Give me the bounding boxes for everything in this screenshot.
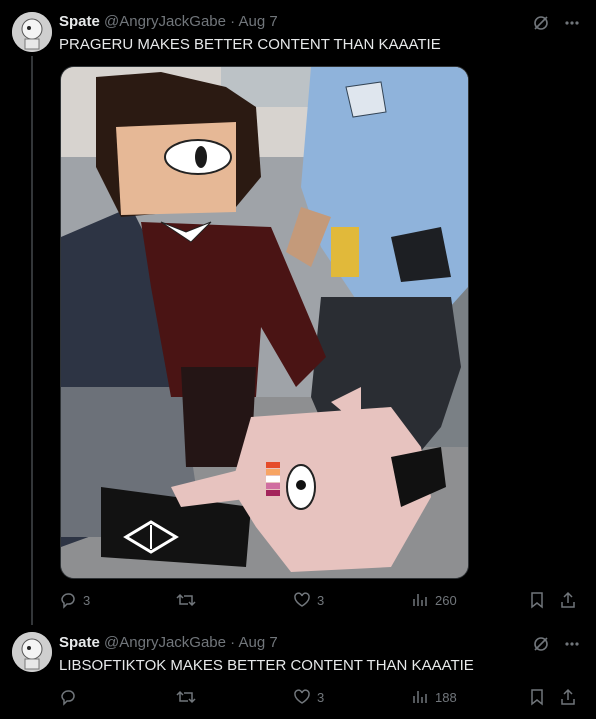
thread-line [31, 56, 33, 625]
tweet-text: PRAGERU MAKES BETTER CONTENT THAN KAAATI… [59, 36, 441, 53]
handle[interactable]: @AngryJackGabe [104, 634, 226, 651]
tweet-text: LIBSOFTIKTOK MAKES BETTER CONTENT THAN K… [59, 657, 474, 674]
handle[interactable]: @AngryJackGabe [104, 13, 226, 30]
like-icon [294, 592, 310, 607]
like-button[interactable]: 3 [293, 688, 324, 706]
avatar[interactable] [12, 12, 52, 52]
like-button[interactable]: 3 [293, 591, 324, 609]
share-icon [561, 688, 575, 705]
share-button[interactable] [559, 591, 577, 609]
retweet-icon [176, 690, 196, 704]
retweet-button[interactable] [176, 688, 202, 706]
reply-button[interactable] [59, 688, 83, 706]
view-count: 260 [435, 592, 457, 608]
tweet-top-icons [532, 14, 580, 32]
views-icon [413, 691, 427, 703]
like-count: 3 [317, 689, 325, 705]
timestamp[interactable]: Aug 7 [239, 13, 278, 30]
reply-icon [61, 593, 75, 609]
tweet-header: Spate @AngryJackGabe · Aug 7 [59, 634, 278, 651]
display-name[interactable]: Spate [59, 634, 100, 651]
tweet-actions: 3 3 260 [59, 591, 580, 611]
view-count: 188 [435, 689, 457, 705]
tweet-header: Spate @AngryJackGabe · Aug 7 [59, 13, 278, 30]
share-icon [561, 591, 575, 608]
views-button[interactable]: 260 [411, 591, 457, 609]
tweet-media-image[interactable] [60, 66, 469, 579]
bookmark-icon [531, 689, 543, 706]
tweet-1[interactable]: Spate @AngryJackGabe · Aug 7 PRAGERU MAK… [0, 0, 596, 625]
tweet-2[interactable]: Spate @AngryJackGabe · Aug 7 LIBSOFTIKTO… [0, 625, 596, 719]
like-count: 3 [317, 592, 325, 608]
grok-icon[interactable] [532, 14, 550, 32]
retweet-button[interactable] [176, 591, 202, 609]
views-icon [413, 594, 427, 606]
like-icon [294, 689, 310, 704]
reply-count: 3 [83, 592, 91, 608]
more-icon[interactable] [564, 635, 580, 653]
bookmark-button[interactable] [529, 591, 545, 609]
share-button[interactable] [559, 688, 577, 706]
tweet-actions: 3 188 [59, 688, 580, 708]
separator: · [230, 13, 236, 30]
retweet-icon [176, 593, 196, 607]
reply-button[interactable]: 3 [59, 591, 90, 609]
tweet-top-icons [532, 635, 580, 653]
separator: · [230, 634, 236, 651]
bookmark-icon [531, 592, 543, 609]
bookmark-button[interactable] [529, 688, 545, 706]
timestamp[interactable]: Aug 7 [239, 634, 278, 651]
reply-icon [61, 690, 75, 706]
display-name[interactable]: Spate [59, 13, 100, 30]
views-button[interactable]: 188 [411, 688, 457, 706]
avatar[interactable] [12, 632, 52, 672]
more-icon[interactable] [564, 14, 580, 32]
grok-icon[interactable] [532, 635, 550, 653]
